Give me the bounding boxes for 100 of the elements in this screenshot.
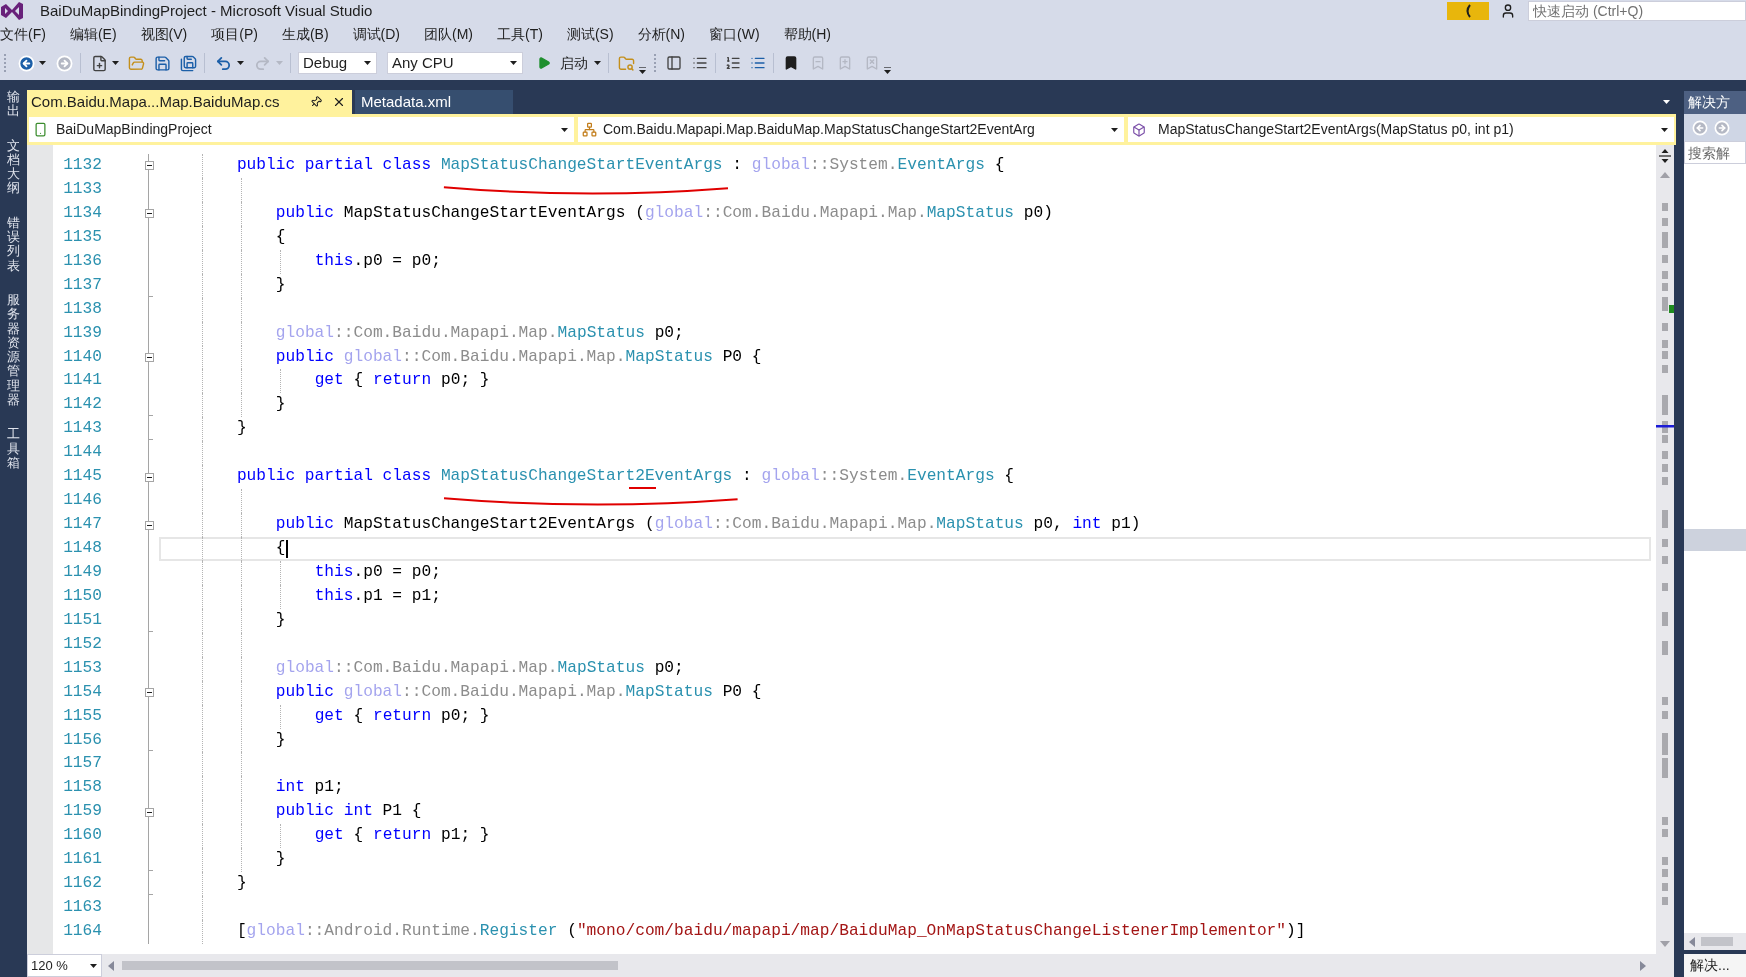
code-line: public global::Com.Baidu.Mapapi.Map.MapStatus P0 {: [275, 346, 762, 368]
type-dropdown[interactable]: Com.Baidu.Mapapi.Map.BaiduMap.MapStatusChangeStart2EventArg: [578, 117, 1124, 142]
code-line: }: [236, 418, 247, 440]
scroll-right-icon[interactable]: [1640, 960, 1646, 971]
bookmark-icon[interactable]: [783, 55, 799, 71]
horizontal-scrollbar[interactable]: [102, 954, 1656, 977]
line-number: 1153: [62, 657, 102, 679]
side-tab[interactable]: 服务器资源管理器: [7, 292, 20, 408]
collapse-toggle[interactable]: [144, 472, 154, 482]
caret-icon[interactable]: [112, 61, 119, 65]
menu-item[interactable]: 窗口(W): [709, 24, 760, 44]
line-number: 1164: [62, 921, 102, 942]
menu-item[interactable]: 文件(F): [0, 24, 46, 44]
close-icon[interactable]: [332, 95, 346, 109]
undo-icon[interactable]: [215, 54, 232, 72]
collapse-toggle[interactable]: [144, 352, 154, 362]
menu-item[interactable]: 测试(S): [566, 24, 614, 44]
window-title: BaiDuMapBindingProject - Microsoft Visual Studio: [40, 0, 373, 21]
caret-icon[interactable]: [237, 61, 244, 65]
line-number: 1159: [62, 801, 102, 823]
code-line: public global::Com.Baidu.Mapapi.Map.MapStatus P0 {: [275, 681, 762, 703]
solution-panel-tab[interactable]: 解决方: [1684, 91, 1746, 114]
list-icon[interactable]: [692, 55, 708, 71]
code-line: public MapStatusChangeStartEventArgs (global::Com.Baidu.Mapapi.Map.MapStatus p0): [275, 202, 1053, 224]
menu-item[interactable]: 帮助(H): [783, 24, 831, 44]
caret-icon[interactable]: [510, 61, 517, 65]
code-line: }: [236, 873, 247, 895]
zoom-dropdown[interactable]: 120 %: [27, 954, 102, 977]
collapse-toggle[interactable]: [144, 161, 154, 171]
tab-list-icon[interactable]: [1663, 100, 1670, 104]
minus-icon: [146, 809, 152, 815]
platform-dropdown[interactable]: Any CPU: [387, 52, 523, 74]
menu-item[interactable]: 调试(D): [352, 24, 400, 44]
solution-bottom-tab[interactable]: 解决...: [1684, 954, 1746, 977]
code-line: global::Com.Baidu.Mapapi.Map.MapStatus p0;: [275, 322, 684, 344]
horizontal-scrollbar[interactable]: [1684, 933, 1746, 950]
line-number: 1136: [62, 250, 102, 272]
line-number: 1141: [62, 370, 102, 392]
person-icon[interactable]: [1500, 3, 1516, 19]
caret-icon[interactable]: [1661, 127, 1668, 132]
side-tab[interactable]: 工具箱: [7, 427, 20, 471]
caret-icon[interactable]: [90, 963, 97, 968]
scroll-left-icon[interactable]: [108, 960, 114, 971]
line-number: 1163: [62, 897, 102, 919]
save-icon[interactable]: [154, 54, 171, 72]
scroll-left-icon[interactable]: [1689, 936, 1695, 947]
line-number: 1147: [62, 514, 102, 536]
phone-icon: [33, 122, 48, 137]
side-tab[interactable]: 错误列表: [7, 215, 20, 273]
editor-tab[interactable]: Com.Baidu.Mapa...Map.BaiduMap.cs: [27, 90, 352, 114]
ordered-list-icon[interactable]: [725, 55, 741, 71]
code-line: int p1;: [275, 777, 344, 799]
menu-item[interactable]: 项目(P): [211, 24, 258, 44]
scrollbar-thumb[interactable]: [122, 961, 618, 970]
split-handle-icon[interactable]: [1659, 149, 1671, 163]
code-line: {: [275, 538, 286, 559]
collapse-toggle[interactable]: [144, 520, 154, 530]
collapse-toggle[interactable]: [144, 688, 154, 698]
toolbar-overflow-icon[interactable]: [884, 67, 891, 74]
start-button[interactable]: 启动: [537, 52, 588, 74]
line-number: 1135: [62, 226, 102, 248]
collapse-toggle[interactable]: [144, 807, 154, 817]
side-tab[interactable]: 文档大纲: [7, 138, 20, 196]
notification-tile-icon[interactable]: [1447, 2, 1489, 20]
scrollbar-thumb[interactable]: [1701, 937, 1733, 946]
menu-item[interactable]: 编辑(E): [69, 24, 117, 44]
code-line: get { return p0; }: [314, 705, 490, 727]
collapse-toggle[interactable]: [144, 209, 154, 219]
menu-item[interactable]: 生成(B): [281, 24, 329, 44]
panel-icon[interactable]: [666, 55, 682, 71]
save-all-icon[interactable]: [180, 54, 197, 72]
quick-launch-field[interactable]: 快速启动 (Ctrl+Q): [1528, 1, 1746, 21]
line-number: 1138: [62, 298, 102, 320]
search-field[interactable]: 搜索解: [1684, 141, 1746, 164]
toolbar-overflow-icon[interactable]: [639, 67, 646, 74]
line-number: 1152: [62, 633, 102, 655]
new-file-icon[interactable]: [91, 54, 108, 72]
line-number: 1145: [62, 466, 102, 488]
back-icon[interactable]: [18, 54, 35, 72]
caret-icon[interactable]: [594, 61, 601, 65]
menu-item[interactable]: 团队(M): [424, 24, 473, 44]
menu-item[interactable]: 工具(T): [497, 24, 543, 44]
editor-tab[interactable]: Metadata.xml: [355, 90, 513, 114]
menu-item[interactable]: 分析(N): [637, 24, 685, 44]
caret-icon[interactable]: [561, 127, 568, 132]
list-icon[interactable]: [750, 55, 766, 71]
caret-icon[interactable]: [39, 61, 46, 65]
configuration-dropdown[interactable]: Debug: [298, 52, 377, 74]
caret-icon[interactable]: [1111, 127, 1118, 132]
code-line: public partial class MapStatusChangeStart2EventArgs : global::System.EventArgs {: [236, 466, 1015, 488]
line-number: 1143: [62, 418, 102, 440]
code-line: [global::Android.Runtime.Register ("mono/com/baidu/mapapi/map/BaiduMap_OnMapStatusChangeListenerImplementor")]: [236, 921, 1306, 942]
line-number: 1142: [62, 394, 102, 416]
caret-icon[interactable]: [364, 61, 371, 65]
menu-item[interactable]: 视图(V): [140, 24, 188, 44]
code-line: this.p0 = p0;: [314, 250, 441, 272]
line-number: 1158: [62, 777, 102, 799]
side-tab[interactable]: 输出: [7, 90, 20, 119]
project-dropdown[interactable]: BaiDuMapBindingProject: [29, 117, 574, 142]
member-dropdown[interactable]: MapStatusChangeStart2EventArgs(MapStatus p0, int p1): [1128, 117, 1674, 142]
